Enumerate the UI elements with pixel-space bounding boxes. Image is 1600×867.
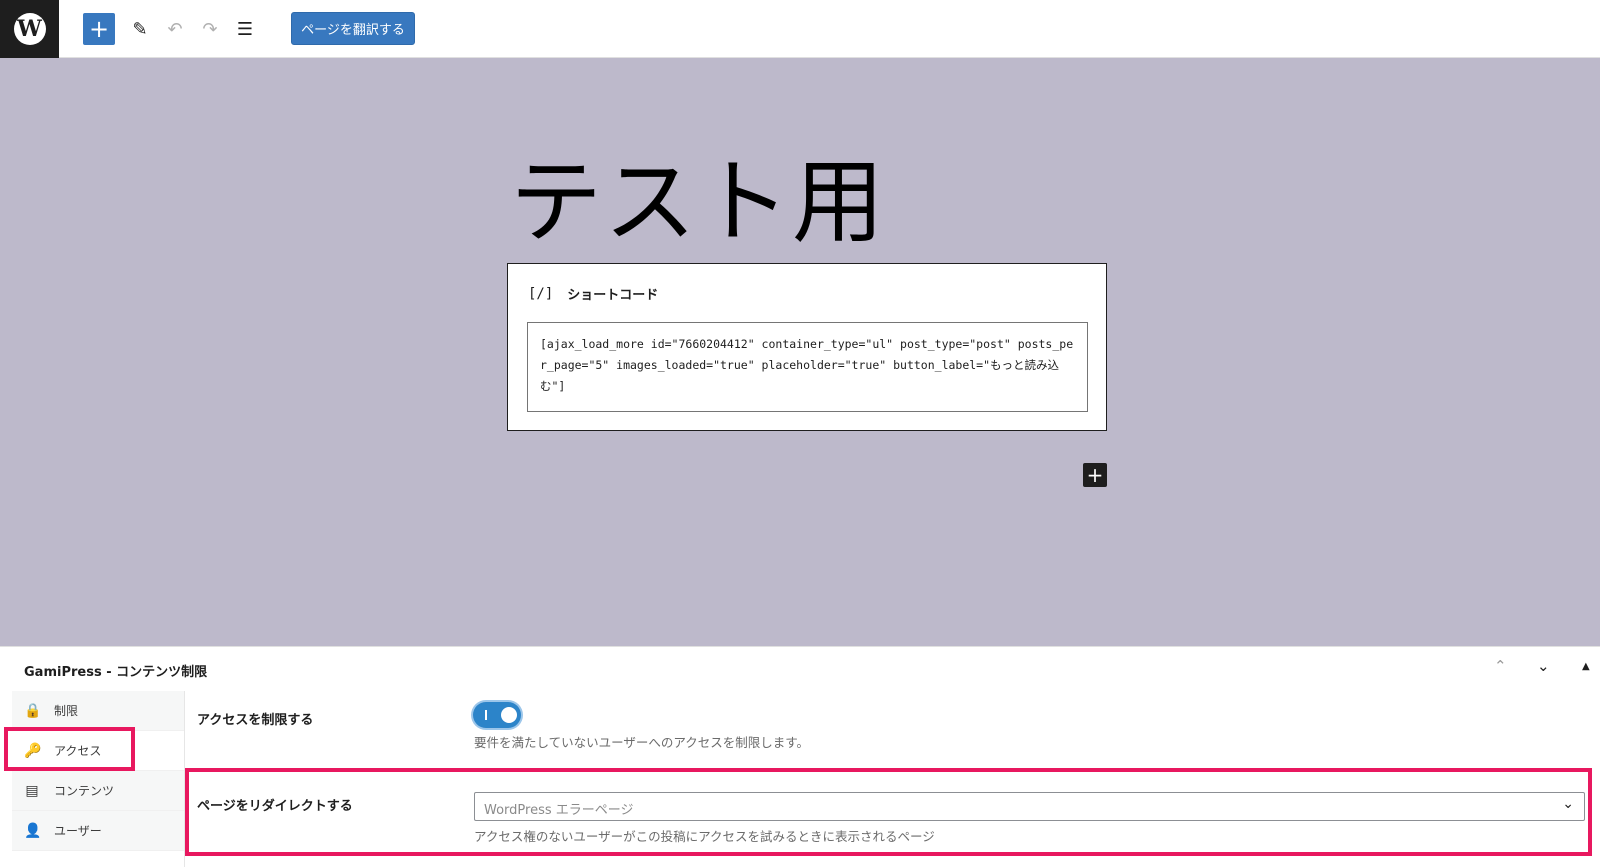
restrict-access-label: アクセスを制限する — [197, 713, 314, 728]
shortcode-icon: [/] — [528, 285, 554, 302]
collapse-toggle-icon[interactable]: ▲ — [1582, 661, 1590, 672]
shortcode-textarea[interactable]: [ajax_load_more id="7660204412" containe… — [527, 322, 1088, 412]
tab-users[interactable]: 👤 ユーザー — [12, 811, 184, 851]
translate-page-button[interactable]: ページを翻訳する — [291, 12, 415, 45]
pencil-icon[interactable]: ✎ — [124, 13, 156, 45]
lock-icon: 🔒 — [24, 702, 42, 719]
tab-label: ユーザー — [54, 824, 102, 838]
user-icon: 👤 — [24, 822, 42, 839]
redo-icon[interactable]: ↷ — [194, 13, 226, 45]
meta-box-title: GamiPress - コンテンツ制限 — [24, 665, 208, 680]
meta-box-tabs: 🔒 制限 🔑 アクセス ▤ コンテンツ 👤 ユーザー — [12, 691, 184, 851]
toggle-on-mark — [485, 710, 487, 720]
add-block-button[interactable]: + — [83, 13, 115, 45]
content-icon: ▤ — [25, 782, 39, 799]
undo-icon[interactable]: ↶ — [159, 13, 191, 45]
move-down-icon[interactable]: ⌄ — [1537, 657, 1550, 675]
editor-toolbar: W + ✎ ↶ ↷ ☰ ページを翻訳する — [0, 0, 1600, 58]
restrict-access-help: 要件を満たしていないユーザーへのアクセスを制限します。 — [474, 735, 810, 750]
wordpress-logo-letter: W — [13, 13, 46, 45]
tab-label: 制限 — [54, 704, 79, 718]
post-title[interactable]: テスト用 — [510, 128, 886, 261]
shortcode-block-label: ショートコード — [567, 288, 659, 303]
shortcode-block[interactable]: [/] ショートコード [ajax_load_more id="76602044… — [507, 263, 1107, 431]
toggle-knob — [501, 707, 517, 723]
list-view-icon[interactable]: ☰ — [229, 13, 261, 45]
editor-canvas: テスト用 [/] ショートコード [ajax_load_more id="766… — [0, 58, 1600, 646]
block-inserter-button[interactable]: + — [1083, 463, 1107, 487]
highlight-box-redirect-row — [185, 768, 1592, 856]
tab-restriction[interactable]: 🔒 制限 — [12, 691, 184, 731]
shortcode-block-header: [/] ショートコード — [528, 284, 659, 304]
tab-label: コンテンツ — [54, 784, 115, 798]
highlight-box-access-tab — [4, 727, 135, 771]
tab-content[interactable]: ▤ コンテンツ — [12, 771, 184, 811]
restrict-access-toggle[interactable] — [473, 702, 521, 728]
move-up-icon[interactable]: ⌃ — [1494, 657, 1507, 675]
wordpress-logo-icon[interactable]: W — [0, 0, 59, 58]
